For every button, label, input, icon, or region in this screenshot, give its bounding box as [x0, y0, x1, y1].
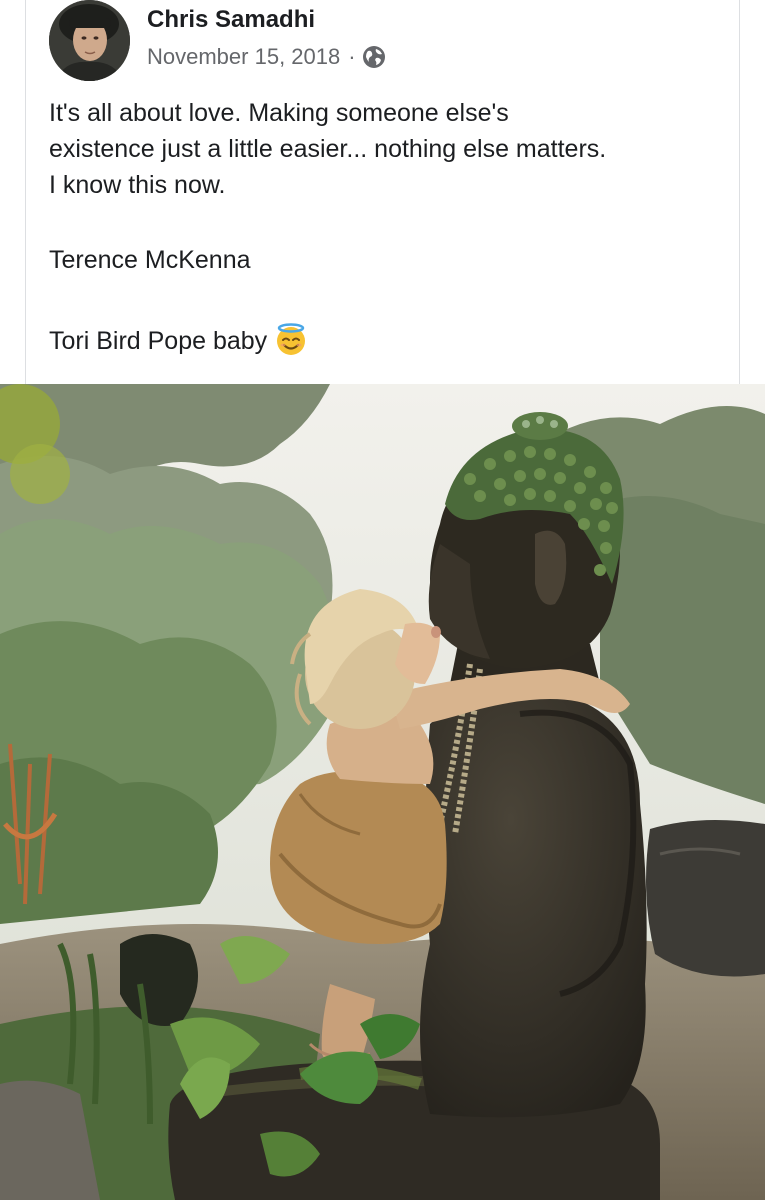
card-border-left — [25, 0, 26, 384]
post-body: It's all about love. Making someone else… — [49, 95, 739, 359]
post-caption-line: Tori Bird Pope baby — [49, 323, 739, 359]
globe-icon — [362, 46, 385, 68]
photo-child-kissing-buddha-statue — [0, 384, 765, 1200]
post-text-line-1: It's all about love. Making someone else… — [49, 99, 509, 127]
meta-separator: · — [348, 44, 356, 69]
post-caption: Tori Bird Pope baby — [49, 327, 268, 355]
avatar-photo — [49, 0, 130, 81]
post-meta: November 15, 2018 · — [147, 44, 386, 70]
avatar[interactable] — [49, 0, 130, 81]
post-header: Chris Samadhi November 15, 2018 · — [49, 0, 729, 81]
facebook-post-screenshot: Chris Samadhi November 15, 2018 · It's a… — [0, 0, 765, 1200]
author-name[interactable]: Chris Samadhi — [147, 6, 315, 34]
post-text-line-2: existence just a little easier... nothin… — [49, 135, 607, 163]
card-border-right — [739, 0, 740, 384]
smiling-face-with-halo-emoji — [277, 323, 306, 356]
post-photo[interactable] — [0, 384, 765, 1200]
post-date[interactable]: November 15, 2018 — [147, 44, 340, 70]
post-text-line-3: I know this now. — [49, 171, 226, 199]
post-attribution: Terence McKenna — [49, 246, 251, 274]
